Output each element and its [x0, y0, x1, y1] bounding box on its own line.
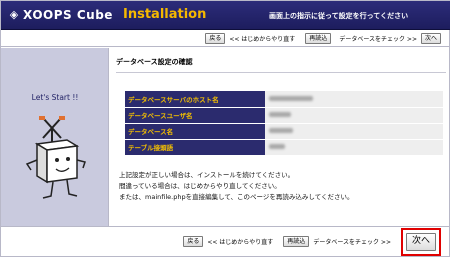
blurred-value	[269, 144, 285, 149]
note-line: 上記設定が正しい場合は、インストールを続けてください。	[119, 171, 295, 179]
back-text-bottom: << はじめからやり直す	[207, 239, 274, 246]
row-label: データベースサーバのホスト名	[125, 91, 265, 108]
top-nav: 戻る << はじめからやり直す 再読込 データベースをチェック >> 次へ	[1, 30, 450, 47]
row-label: データベース名	[125, 123, 265, 140]
xoops-logo-icon: ◈	[9, 8, 19, 21]
header-message: 画面上の指示に従って設定を行ってください	[269, 12, 409, 20]
back-button-top[interactable]: 戻る	[205, 32, 226, 44]
logo-text: XOOPS Cube	[23, 8, 113, 22]
lets-start-text: Let's Start !!	[31, 93, 79, 102]
next-highlight: 次へ	[400, 227, 441, 256]
section-title: データベース設定の確認	[116, 58, 193, 66]
instructions: 上記設定が正しい場合は、インストールを続けてください。 間違っている場合は、はじ…	[119, 170, 354, 203]
note-line: または、mainfile.phpを直接編集して、このページを再読み込みしてくださ…	[119, 193, 354, 201]
note-line: 間違っている場合は、はじめからやり直してください。	[119, 182, 281, 190]
table-row: データベース名	[125, 123, 443, 140]
table-row: テーブル接頭語	[125, 139, 443, 156]
bottom-nav: 戻る << はじめからやり直す 再読込 データベースをチェック >> 次へ	[1, 226, 450, 256]
left-panel: Let's Start !!	[1, 48, 109, 226]
reload-button-bottom[interactable]: 再読込	[283, 236, 310, 247]
row-label: テーブル接頭語	[125, 139, 265, 156]
db-settings-table: データベースサーバのホスト名 データベースユーザ名 データベース名 テーブル接頭…	[125, 91, 443, 156]
main-content: データベース設定の確認 データベースサーバのホスト名 データベースユーザ名 デー…	[111, 48, 450, 226]
check-text-top: データベースをチェック >>	[339, 35, 417, 43]
table-row: データベースサーバのホスト名	[125, 91, 443, 108]
reload-button-top[interactable]: 再読込	[305, 32, 332, 44]
installation-title: Installation	[123, 7, 207, 22]
installer-window: ◈ XOOPS Cube Installation 画面上の指示に従って設定を行…	[0, 0, 450, 257]
next-button-bottom[interactable]: 次へ	[405, 232, 436, 251]
row-value	[265, 91, 443, 108]
row-value	[265, 107, 443, 124]
blurred-value	[269, 112, 291, 117]
back-text-top: << はじめからやり直す	[229, 35, 296, 43]
header-bar: ◈ XOOPS Cube Installation 画面上の指示に従って設定を行…	[1, 1, 450, 30]
mascot-cube-icon	[25, 116, 86, 199]
row-label: データベースユーザ名	[125, 107, 265, 124]
row-value	[265, 123, 443, 140]
divider	[116, 72, 446, 73]
back-button-bottom[interactable]: 戻る	[183, 236, 204, 247]
row-value	[265, 139, 443, 156]
table-row: データベースユーザ名	[125, 107, 443, 124]
blurred-value	[269, 128, 293, 133]
check-text-bottom: データベースをチェック >>	[313, 239, 391, 246]
blurred-value	[269, 95, 313, 101]
next-button-top[interactable]: 次へ	[420, 32, 441, 44]
